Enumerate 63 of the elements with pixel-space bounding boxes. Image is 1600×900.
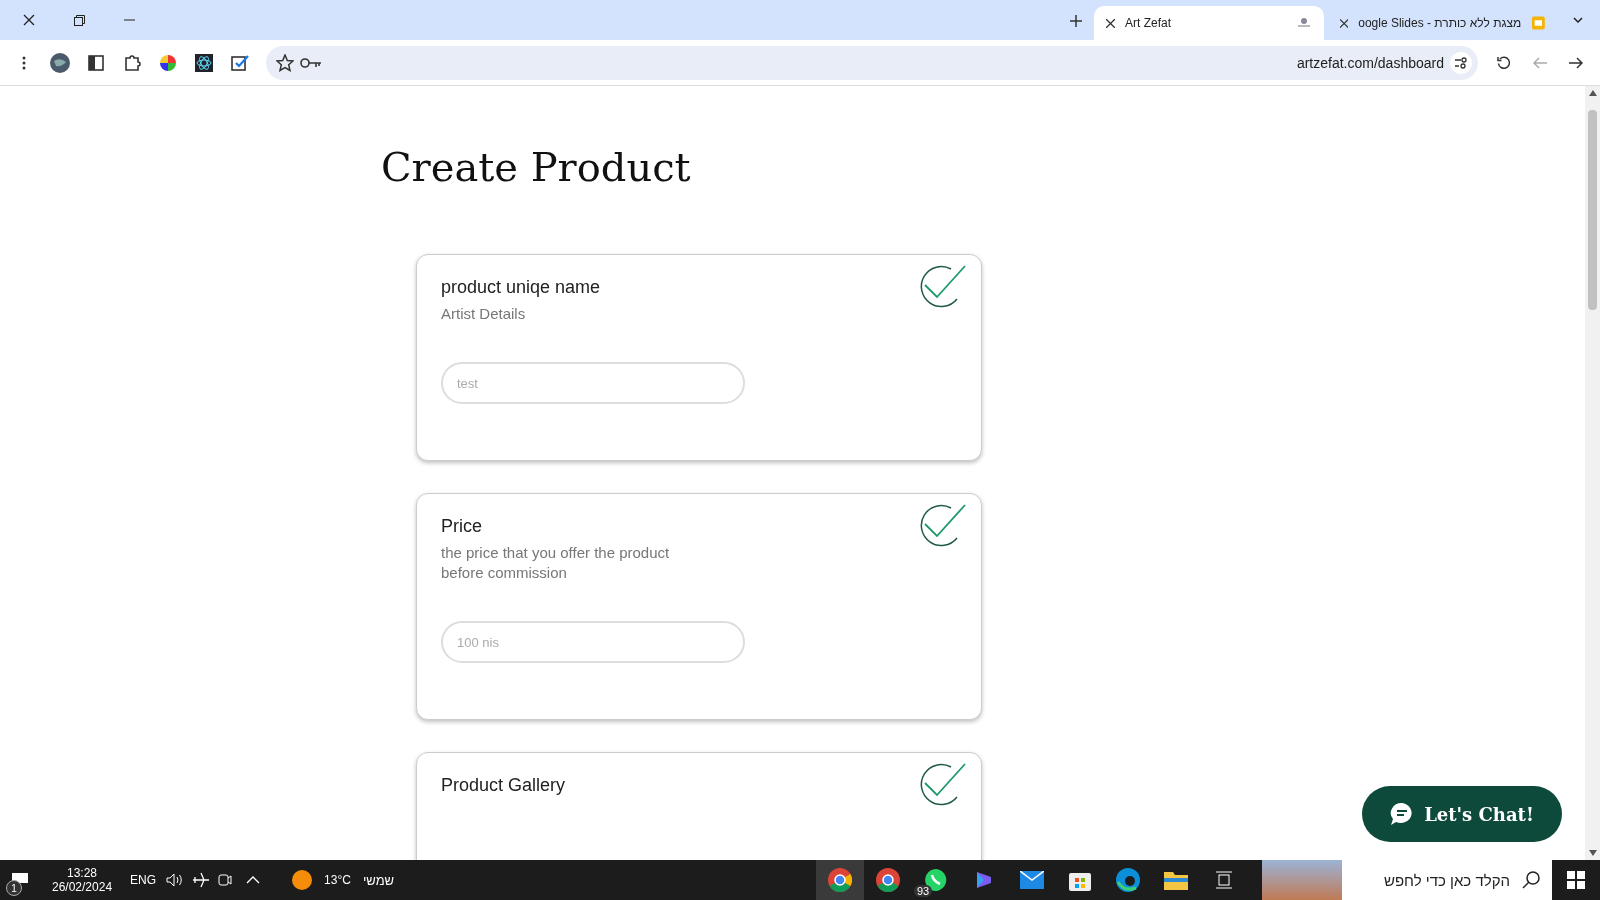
site-settings-icon — [1450, 51, 1472, 74]
address-bar[interactable]: artzefat.com/dashboard — [266, 45, 1478, 80]
chrome-icon — [876, 868, 900, 892]
input-field[interactable]: test — [441, 362, 745, 404]
speaker-icon[interactable] — [166, 873, 185, 887]
windows-icon — [1567, 871, 1585, 889]
side-panel-icon — [88, 54, 104, 71]
arrow-right-icon — [1569, 56, 1583, 69]
menu-icon — [22, 55, 26, 70]
taskbar-app[interactable] — [816, 860, 864, 900]
checkbox-icon — [231, 53, 249, 72]
scroll-down-icon[interactable] — [1588, 850, 1597, 856]
browser-tab[interactable]: Art Zefat — [1094, 6, 1324, 40]
sun-icon[interactable] — [292, 870, 313, 890]
notifications-button[interactable]: 1 — [0, 860, 40, 900]
taskbar-app[interactable]: 93 — [912, 860, 960, 900]
card-title: Price — [441, 516, 483, 537]
color-wheel-icon — [159, 53, 177, 72]
arrow-left-icon — [1533, 56, 1547, 69]
scrollbar-thumb[interactable] — [1588, 110, 1597, 310]
chevron-up-icon[interactable] — [246, 876, 261, 884]
mail-icon — [1020, 871, 1044, 889]
atom-icon — [195, 53, 213, 72]
temperature: 13°C — [323, 873, 352, 887]
camera-icon[interactable] — [218, 872, 233, 888]
airplane-icon[interactable] — [192, 872, 211, 888]
reload-icon — [1497, 55, 1511, 70]
clock-time: 13:28 — [67, 866, 98, 880]
card-title: product uniqe name — [441, 277, 602, 298]
page-title: Create Product — [381, 144, 692, 190]
language-indicator[interactable]: ENG — [124, 873, 163, 887]
browser-tab[interactable]: מצגת ללא כותרת - oogle Slides — [1328, 6, 1558, 40]
card-title: Product Gallery — [441, 775, 567, 796]
chevron-down-icon — [1573, 17, 1583, 23]
search-field[interactable]: הקלד כאן כדי לחפש — [1342, 860, 1552, 900]
clock[interactable]: 13:28 26/02/2024 — [40, 866, 125, 894]
slides-icon — [1531, 15, 1546, 31]
input-field[interactable]: 100 nis — [441, 621, 745, 663]
clock-date: 26/02/2024 — [52, 880, 113, 894]
chat-bubble-icon — [1390, 802, 1415, 826]
weather-text: שמשי — [361, 872, 396, 888]
notification-count: 1 — [6, 880, 22, 896]
folder-icon — [1164, 870, 1188, 890]
close-icon — [1340, 18, 1349, 28]
task-view-icon — [1215, 871, 1233, 889]
puzzle-icon — [123, 53, 141, 72]
card-description: the price that you offer the product before commission — [441, 543, 671, 583]
chrome-icon — [828, 868, 852, 892]
url-text: artzefat.com/dashboard — [1296, 54, 1444, 71]
edge-icon — [1116, 868, 1140, 892]
globe-icon — [50, 52, 70, 73]
unread-count: 93 — [914, 885, 933, 897]
scroll-up-icon[interactable] — [1588, 90, 1597, 96]
restore-icon — [73, 14, 85, 26]
close-icon — [1106, 18, 1115, 28]
site-logo-icon — [1296, 17, 1312, 29]
close-icon — [23, 14, 35, 26]
star-icon — [276, 53, 294, 72]
chat-button[interactable]: Let's Chat! — [1362, 786, 1562, 842]
minimize-icon — [123, 19, 135, 21]
plus-icon — [1070, 14, 1082, 27]
card-description: Artist Details — [441, 304, 527, 324]
key-icon — [300, 56, 322, 69]
